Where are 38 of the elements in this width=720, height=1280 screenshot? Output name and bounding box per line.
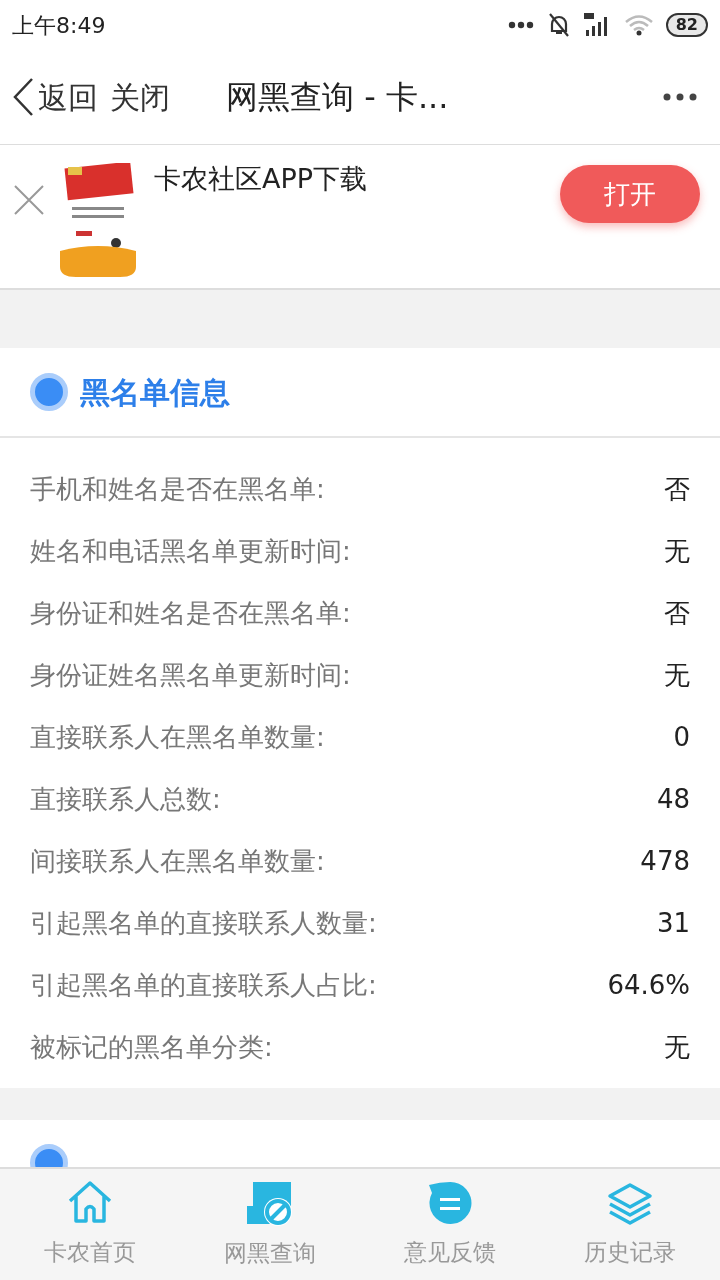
info-value: 无 xyxy=(664,1030,690,1064)
info-value: 否 xyxy=(664,596,690,630)
ad-title: 卡农社区APP下载 xyxy=(154,162,368,196)
status-time: 上午8:49 xyxy=(12,11,106,40)
info-value: 否 xyxy=(664,472,690,506)
info-value: 无 xyxy=(664,534,690,568)
info-label: 直接联系人总数: xyxy=(30,782,221,816)
info-value: 48 xyxy=(656,782,690,816)
open-button[interactable]: 打开 xyxy=(560,165,700,223)
info-label: 身份证和姓名是否在黑名单: xyxy=(30,596,351,630)
info-value: 0 xyxy=(673,720,690,754)
more-icon xyxy=(663,93,697,101)
info-label: 身份证姓名黑名单更新时间: xyxy=(30,658,351,692)
wifi-icon xyxy=(623,14,654,36)
tab-bar-item[interactable]: 意见反馈 xyxy=(360,1169,540,1280)
info-label: 姓名和电话黑名单更新时间: xyxy=(30,534,351,568)
info-label: 手机和姓名是否在黑名单: xyxy=(30,472,325,506)
more-dots-icon xyxy=(507,21,534,29)
info-value: 478 xyxy=(640,844,690,878)
battery-indicator: 82 xyxy=(665,13,708,37)
section-title: 黑名单信息 xyxy=(80,373,230,412)
info-label: 引起黑名单的直接联系人数量: xyxy=(30,906,377,940)
info-label: 引起黑名单的直接联系人占比: xyxy=(30,968,377,1002)
tab-bar-item[interactable]: 历史记录 xyxy=(540,1169,720,1280)
tab-bar-item[interactable]: 网黑查询 xyxy=(180,1169,360,1280)
info-label: 直接联系人在黑名单数量: xyxy=(30,720,325,754)
chevron-left-icon xyxy=(12,77,34,117)
back-button[interactable]: 返回 xyxy=(12,74,98,120)
info-value: 64.6% xyxy=(607,968,690,1002)
close-ad-button[interactable] xyxy=(12,183,46,217)
close-icon xyxy=(13,184,45,216)
tab-bar-item[interactable]: 卡农首页 xyxy=(0,1169,180,1280)
info-label: 被标记的黑名单分类: xyxy=(30,1030,273,1064)
info-value: 无 xyxy=(664,658,690,692)
page-title: 网黑查询 - 卡... xyxy=(226,77,449,118)
info-value: 31 xyxy=(656,906,690,940)
close-link[interactable]: 关闭 xyxy=(110,74,170,120)
info-label: 间接联系人在黑名单数量: xyxy=(30,844,325,878)
